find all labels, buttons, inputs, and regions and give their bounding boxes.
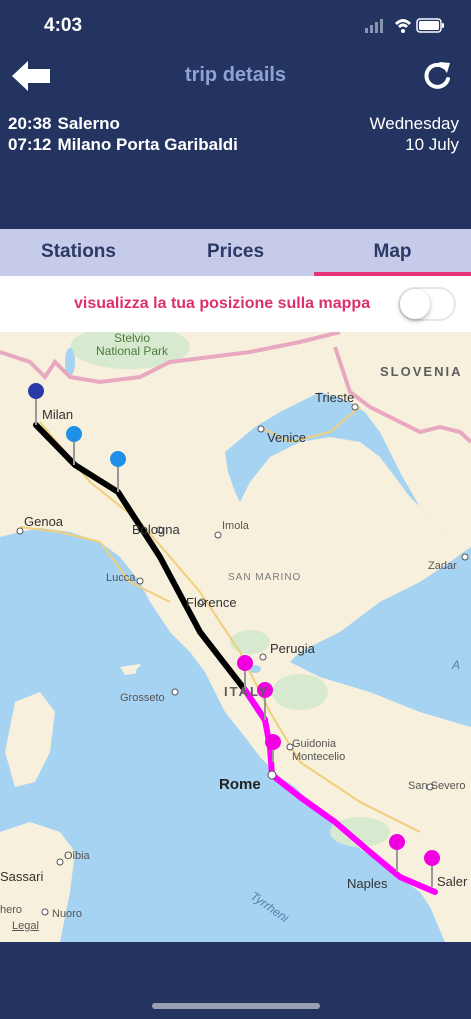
city-label-florence: Florence: [186, 595, 237, 610]
city-label-san-severo: San Severo: [408, 780, 466, 792]
park-label-stelvio: Stelvio National Park: [96, 332, 169, 358]
city-label-olbia: Olbia: [64, 850, 90, 862]
city-label-grosseto: Grosseto: [120, 692, 165, 704]
tab-map[interactable]: Map: [314, 229, 471, 276]
arrival-row: 07:12 Milano Porta Garibaldi: [8, 135, 238, 155]
nav-bar: trip details: [0, 50, 471, 102]
arrival-time: 07:12: [8, 135, 52, 154]
arrival-station: Milano Porta Garibaldi: [57, 135, 238, 154]
status-time: 4:03: [44, 15, 83, 36]
city-label-bologna: Bologna: [132, 522, 180, 537]
refresh-button[interactable]: [421, 58, 455, 94]
location-toggle-label: visualizza la tua posizione sulla mappa: [74, 295, 371, 312]
city-label-imola: Imola: [222, 520, 249, 532]
trip-summary: 20:38 Salerno 07:12 Milano Porta Garibaldi…: [0, 112, 471, 160]
status-icons: [365, 18, 444, 33]
city-label-rome: Rome: [219, 776, 261, 793]
tab-bar: Stations Prices Map: [0, 229, 471, 276]
country-label-slovenia: SLOVENIA: [380, 364, 463, 379]
location-toggle[interactable]: [398, 287, 456, 321]
wifi-icon: [395, 19, 411, 33]
corsica-land: [5, 692, 55, 787]
city-label-oristano: hero: [0, 904, 23, 916]
route-map[interactable]: Stelvio National Park SLOVENIA Milan Tri…: [0, 332, 471, 942]
location-toggle-row: visualizza la tua posizione sulla mappa: [0, 276, 471, 332]
refresh-icon: [424, 62, 450, 89]
sea-label-adriatic: A: [452, 658, 461, 672]
city-label-trieste: Trieste: [315, 390, 355, 405]
city-label-naples: Naples: [347, 876, 388, 891]
tab-stations[interactable]: Stations: [0, 229, 157, 276]
city-label-sassari: Sassari: [0, 869, 44, 884]
battery-icon: [416, 18, 444, 33]
home-indicator[interactable]: [152, 1003, 320, 1009]
page-title: trip details: [184, 64, 287, 86]
city-label-milan: Milan: [42, 407, 74, 422]
departure-time: 20:38: [8, 114, 52, 133]
city-label-genoa: Genoa: [24, 514, 64, 529]
departure-station: Salerno: [57, 114, 120, 133]
city-label-salerno: Saler: [437, 874, 468, 889]
legal-link[interactable]: Legal: [12, 920, 39, 932]
city-label-lucca: Lucca: [106, 572, 136, 584]
trip-day: Wednesday: [369, 114, 459, 133]
toggle-knob: [400, 289, 430, 319]
city-label-perugia: Perugia: [270, 641, 315, 656]
signal-icon: [365, 19, 383, 33]
city-label-nuoro: Nuoro: [52, 908, 82, 920]
country-label-italy: ITALY: [224, 684, 270, 699]
tab-prices[interactable]: Prices: [157, 229, 314, 276]
trip-date: 10 July: [405, 135, 459, 154]
city-label-venice: Venice: [267, 430, 307, 445]
bottom-bar: [0, 942, 471, 1019]
city-label-zadar: Zadar: [428, 560, 457, 572]
country-label-san-marino: SAN MARINO: [228, 572, 302, 583]
status-bar: 4:03: [0, 0, 471, 48]
city-label-guidonia: Guidonia Montecelio: [292, 738, 346, 763]
departure-row: 20:38 Salerno: [8, 114, 120, 134]
